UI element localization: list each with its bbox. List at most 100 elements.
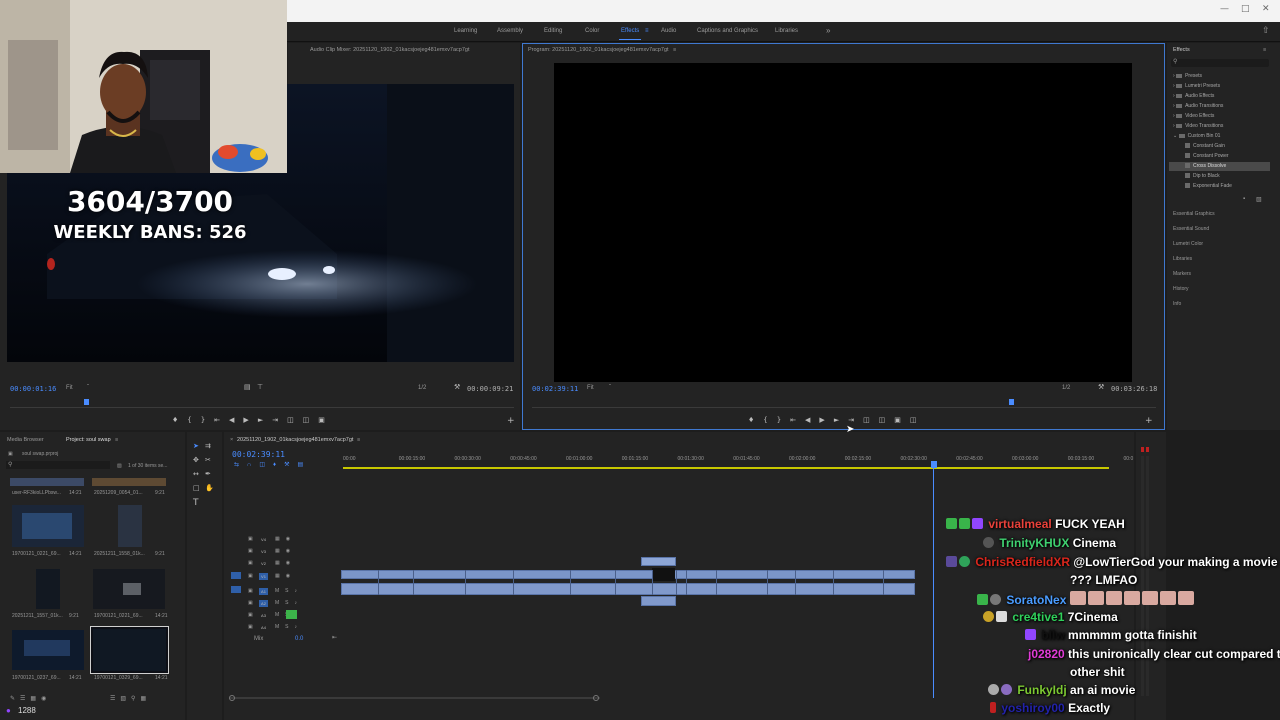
track-label-v2[interactable]: V2 (259, 560, 268, 567)
workspace-tab-editing[interactable]: Editing (544, 28, 562, 34)
project-bottom-toolbar-right[interactable]: ☰▧⚲▦ (110, 695, 151, 702)
lock-icon[interactable]: ▣ (248, 573, 253, 579)
clip-edit-point[interactable] (883, 570, 884, 595)
fx-item-constant-gain[interactable]: Constant Gain (1185, 143, 1225, 149)
solo-active-indicator[interactable] (286, 610, 297, 619)
program-scrub-bar[interactable] (532, 407, 1156, 408)
workspace-tab-color[interactable]: Color (585, 28, 599, 34)
lock-icon[interactable]: ▣ (248, 560, 253, 566)
mix-value[interactable]: 0.0 (295, 636, 303, 642)
fx-folder-video-effects[interactable]: › Video Effects (1173, 113, 1214, 119)
ripple-edit-icon[interactable]: ✥ (193, 457, 199, 464)
fx-item-cross-dissolve[interactable]: Cross Dissolve (1185, 163, 1226, 169)
add-button-icon[interactable]: + (1145, 417, 1153, 426)
source-patch-a1[interactable] (231, 586, 241, 593)
lock-icon[interactable]: ▣ (248, 612, 253, 618)
workspace-tab-captions[interactable]: Captions and Graphics (697, 28, 758, 34)
track-label-a4[interactable]: A4 (259, 624, 268, 631)
source-playhead[interactable] (84, 399, 89, 405)
share-icon[interactable]: ⇧ (1262, 25, 1270, 36)
clip-edit-point[interactable] (767, 570, 768, 595)
track-visibility-icons[interactable]: ▦◉ (275, 573, 296, 579)
project-thumb[interactable] (118, 505, 142, 547)
track-select-icon[interactable]: ⇉ (205, 443, 211, 450)
minimize-icon[interactable]: — (1220, 4, 1229, 14)
project-thumb[interactable] (36, 569, 60, 609)
track-label-v3[interactable]: V3 (259, 548, 268, 555)
program-transport-controls[interactable]: ♦{}⇤◀▶►⇥◫◫▣◫ (748, 417, 926, 424)
panel-menu-icon[interactable]: ≡ (1263, 47, 1266, 53)
source-timecode[interactable]: 00:00:01:16 (10, 385, 56, 393)
fx-item-dip-to-black[interactable]: Dip to Black (1185, 173, 1220, 179)
project-thumb[interactable] (12, 505, 84, 547)
track-visibility-icons[interactable]: ▦◉ (275, 536, 296, 542)
track-label-a1[interactable]: A1 (259, 588, 268, 595)
clip-edit-point[interactable] (795, 570, 796, 595)
audio-clip-track-a1[interactable] (341, 583, 915, 595)
clip-edit-point[interactable] (465, 570, 466, 595)
panel-menu-icon[interactable]: ≡ (357, 437, 360, 443)
clip-edit-point[interactable] (676, 570, 677, 595)
clip-edit-point[interactable] (652, 570, 653, 595)
clip-edit-point[interactable] (378, 570, 379, 595)
fx-folder-audio-effects[interactable]: › Audio Effects (1173, 93, 1214, 99)
panel-menu-icon[interactable]: ≡ (115, 437, 118, 443)
lock-icon[interactable]: ▣ (248, 624, 253, 630)
new-bin-icon[interactable]: ▪ (1243, 196, 1245, 202)
timeline-scrollbar[interactable] (230, 697, 600, 699)
fx-folder-video-transitions[interactable]: › Video Transitions (1173, 123, 1223, 129)
workspace-tab-learning[interactable]: Learning (454, 28, 477, 34)
track-visibility-icons[interactable]: ▦◉ (275, 548, 296, 554)
lock-icon[interactable]: ▣ (248, 588, 253, 594)
source-scrub-bar[interactable] (10, 407, 514, 408)
section-libraries[interactable]: Libraries (1173, 256, 1192, 262)
settings-icon[interactable]: ⊤ (257, 384, 263, 391)
track-visibility-icons[interactable]: ▦◉ (275, 560, 296, 566)
section-essential-graphics[interactable]: Essential Graphics (1173, 211, 1215, 217)
program-timecode[interactable]: 00:02:39:11 (532, 385, 578, 393)
clip-edit-point[interactable] (615, 570, 616, 595)
chat-username[interactable]: TrinityKHUX (999, 536, 1069, 550)
track-mute-solo-icons[interactable]: MS♪ (275, 588, 303, 594)
workspace-menu-icon[interactable]: ≡ (645, 28, 649, 34)
clip-edit-point[interactable] (513, 570, 514, 595)
bin-icon[interactable]: ▧ (117, 463, 122, 469)
rectangle-tool-icon[interactable]: □ (193, 485, 200, 492)
section-markers[interactable]: Markers (1173, 271, 1191, 277)
mix-goto-icon[interactable]: ⇤ (332, 634, 337, 641)
workspace-tab-audio[interactable]: Audio (661, 28, 676, 34)
effects-search-input[interactable] (1171, 59, 1269, 67)
timeline-playhead-handle[interactable] (931, 461, 937, 468)
track-mute-solo-icons[interactable]: MS♪ (275, 624, 303, 630)
wrench-icon[interactable]: ⚒ (1098, 384, 1104, 391)
pen-tool-icon[interactable]: ✒ (205, 471, 211, 478)
video-clip-track-v1[interactable] (341, 570, 915, 579)
project-thumb[interactable] (92, 478, 166, 486)
selection-tool-icon[interactable]: ➤ (193, 443, 199, 450)
chat-username[interactable]: SoratoNex (1006, 593, 1066, 607)
slip-tool-icon[interactable]: ↔ (193, 471, 199, 478)
section-history[interactable]: History (1173, 286, 1189, 292)
section-essential-sound[interactable]: Essential Sound (1173, 226, 1209, 232)
section-lumetri-color[interactable]: Lumetri Color (1173, 241, 1203, 247)
clip-edit-point[interactable] (413, 570, 414, 595)
clip-edit-point[interactable] (833, 570, 834, 595)
workspace-tab-effects[interactable]: Effects (621, 28, 639, 34)
fx-folder-custom-bin[interactable]: ⌄ Custom Bin 01 (1173, 133, 1220, 139)
video-clip-track-v2[interactable] (641, 557, 676, 566)
scrollbar-handle-right[interactable] (593, 695, 599, 701)
source-fit-select[interactable]: Fit (66, 385, 73, 391)
section-info[interactable]: Info (1173, 301, 1181, 307)
chat-username[interactable]: cre4tive1 (1012, 610, 1064, 624)
wrench-icon[interactable]: ⚒ (454, 384, 460, 391)
close-icon[interactable]: ✕ (1262, 4, 1270, 14)
chat-username[interactable]: j02820 (1028, 647, 1065, 661)
lock-icon[interactable]: ▣ (248, 600, 253, 606)
timeline-close-icon[interactable]: × (230, 437, 233, 443)
project-search-input[interactable] (6, 461, 110, 469)
trash-icon[interactable]: ▧ (1256, 196, 1262, 203)
hand-tool-icon[interactable]: ✋ (205, 485, 214, 492)
program-fit-select[interactable]: Fit (587, 385, 594, 391)
search-icon[interactable]: ⚲ (8, 461, 12, 468)
scrollbar-handle-left[interactable] (229, 695, 235, 701)
